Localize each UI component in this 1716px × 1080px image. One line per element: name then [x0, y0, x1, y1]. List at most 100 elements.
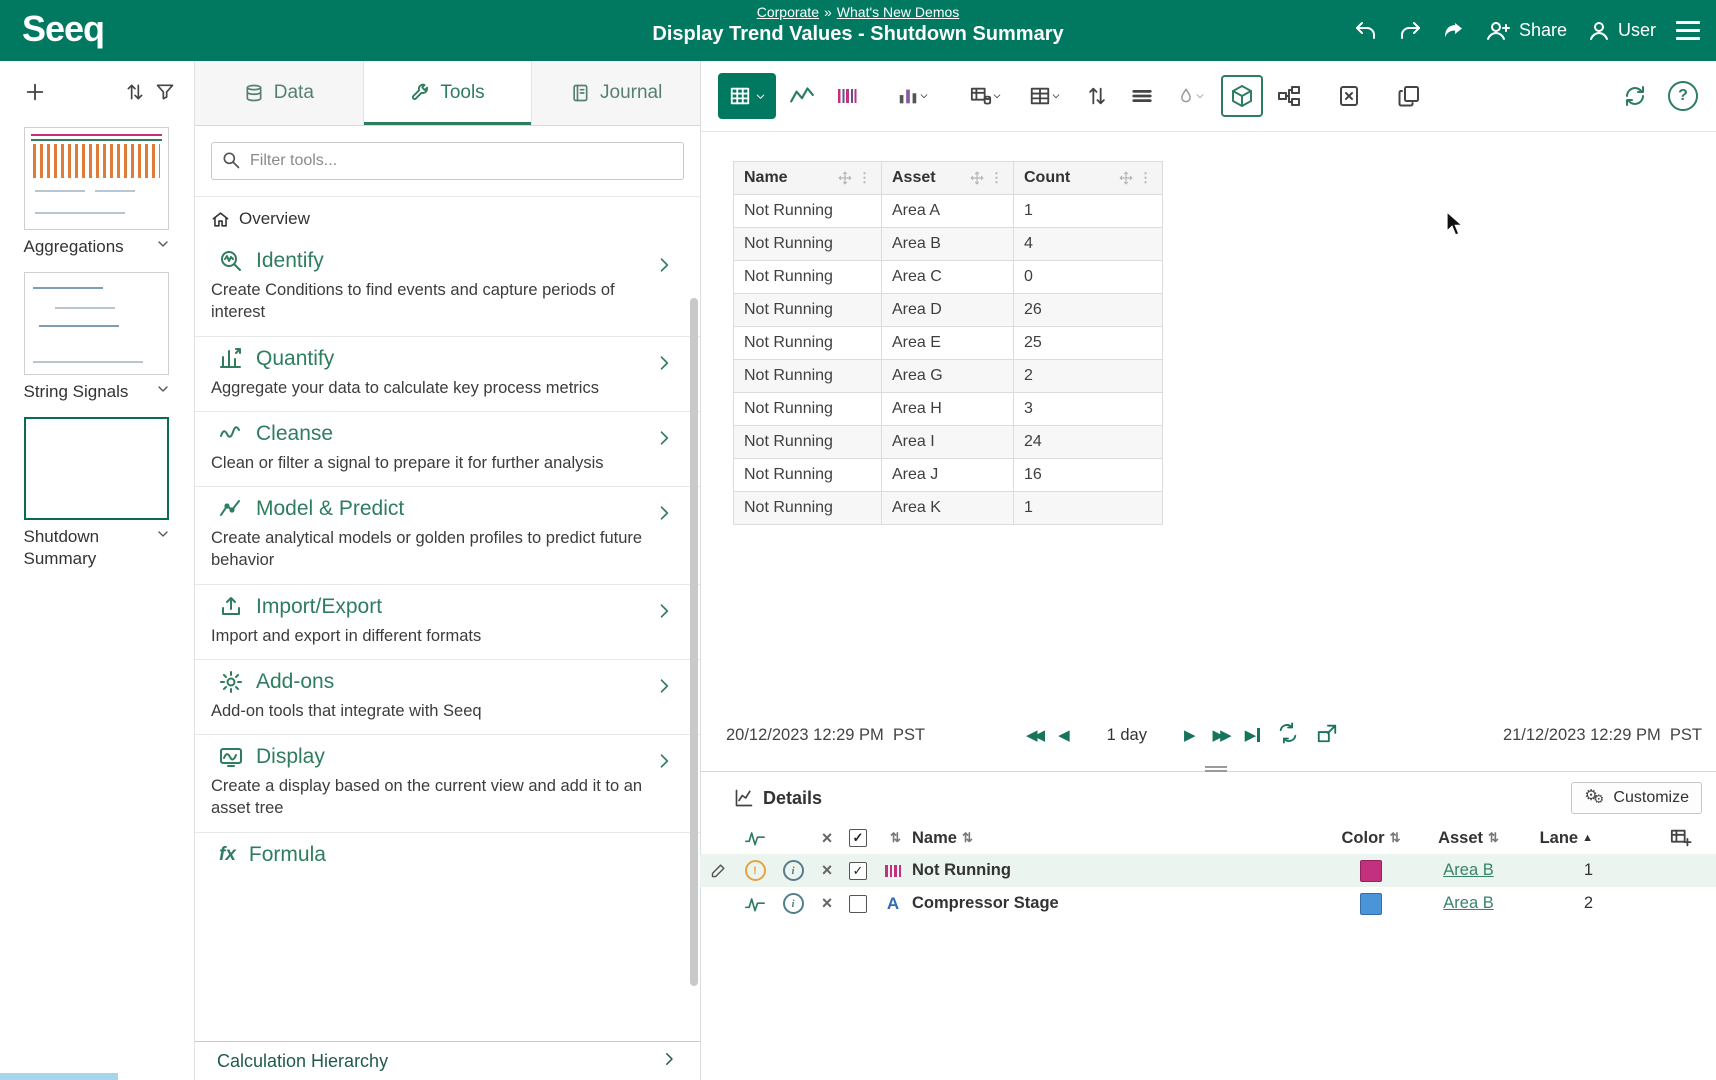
column-menu-icon[interactable]: ⋮: [858, 170, 871, 186]
help-button[interactable]: ?: [1668, 81, 1698, 111]
share-button[interactable]: Share: [1486, 19, 1567, 43]
user-icon: [1587, 19, 1611, 43]
auto-update-button[interactable]: [1277, 722, 1299, 749]
sort-icon[interactable]: ⇅: [1390, 830, 1401, 846]
tab-data[interactable]: Data: [195, 61, 364, 125]
customize-button[interactable]: ⚙⚙ Customize: [1571, 782, 1702, 814]
sort-icon[interactable]: ⇅: [962, 830, 973, 846]
step-back-button[interactable]: ◀: [1058, 728, 1070, 743]
chart-view-dropdown-button[interactable]: [888, 77, 938, 115]
tool-item-model-predict[interactable]: Model & Predict Create analytical models…: [195, 487, 700, 585]
item-name[interactable]: Compressor Stage: [912, 894, 1321, 913]
move-icon[interactable]: [838, 171, 852, 185]
column-header-name[interactable]: Name ⋮: [734, 162, 882, 195]
column-header-count[interactable]: Count ⋮: [1014, 162, 1163, 195]
horizontal-scrollbar-thumb[interactable]: [0, 1073, 118, 1080]
trend-view-button[interactable]: [783, 77, 821, 115]
calculation-hierarchy-label: Calculation Hierarchy: [217, 1051, 388, 1072]
hamburger-menu-button[interactable]: [1676, 21, 1700, 40]
samples-view-button[interactable]: [828, 77, 866, 115]
step-forward-fast-button[interactable]: ▶▶: [1213, 728, 1228, 743]
export-excel-button[interactable]: [1330, 77, 1368, 115]
asset-link[interactable]: Area B: [1443, 894, 1493, 913]
info-icon[interactable]: i: [783, 893, 804, 914]
chevron-down-icon[interactable]: [155, 526, 171, 548]
details-row-compressor-stage[interactable]: i × A Compressor Stage Area B 2: [700, 887, 1716, 920]
table-database-icon: [970, 85, 992, 107]
step-forward-button[interactable]: ▶: [1184, 728, 1196, 743]
add-column-button[interactable]: [1601, 827, 1716, 849]
item-name[interactable]: Not Running: [912, 861, 1321, 880]
details-column-asset[interactable]: Asset: [1438, 829, 1483, 848]
move-icon[interactable]: [970, 171, 984, 185]
breadcrumb-whats-new-demos[interactable]: What's New Demos: [837, 4, 959, 20]
refresh-button[interactable]: [1616, 77, 1654, 115]
tools-scrollbar-thumb[interactable]: [690, 298, 698, 986]
forward-share-button[interactable]: [1442, 19, 1466, 43]
table-view-dropdown-button[interactable]: [718, 73, 776, 119]
filter-tools-input[interactable]: [211, 142, 684, 180]
step-to-end-button[interactable]: ▶: [1245, 728, 1261, 743]
color-swatch[interactable]: [1360, 893, 1382, 915]
tool-item-identify[interactable]: Identify Create Conditions to find event…: [195, 239, 700, 337]
tool-item-cleanse[interactable]: Cleanse Clean or filter a signal to prep…: [195, 412, 700, 487]
table-source-dropdown-button[interactable]: [960, 77, 1012, 115]
select-all-checkbox[interactable]: ✓: [849, 829, 867, 847]
warning-icon[interactable]: !: [745, 860, 766, 881]
tab-journal[interactable]: Journal: [532, 61, 700, 125]
signal-type-column-icon[interactable]: [736, 830, 774, 846]
hierarchy-view-button[interactable]: [1270, 77, 1308, 115]
tool-item-add-ons[interactable]: Add-ons Add-on tools that integrate with…: [195, 660, 700, 735]
asset-link[interactable]: Area B: [1443, 861, 1493, 880]
details-row-not-running[interactable]: ! i × ✓ Not Running Area B 1: [700, 854, 1716, 887]
copy-button[interactable]: [1390, 77, 1428, 115]
item-checkbox[interactable]: [849, 895, 867, 913]
tool-item-quantify[interactable]: Quantify Aggregate your data to calculat…: [195, 337, 700, 412]
details-column-lane[interactable]: Lane: [1540, 829, 1579, 848]
worksheet-thumbnail-string-signals[interactable]: [24, 272, 169, 375]
filter-worksheets-button[interactable]: [150, 77, 180, 107]
column-menu-icon[interactable]: ⋮: [990, 170, 1003, 186]
chevron-down-icon[interactable]: [155, 381, 171, 403]
tool-item-import-export[interactable]: Import/Export Import and export in diffe…: [195, 585, 700, 660]
user-menu-button[interactable]: User: [1587, 19, 1656, 43]
item-checkbox[interactable]: ✓: [849, 862, 867, 880]
move-icon[interactable]: [1119, 171, 1133, 185]
color-swatch[interactable]: [1360, 860, 1382, 882]
asset-view-button[interactable]: [1221, 75, 1263, 117]
details-column-color[interactable]: Color: [1342, 829, 1385, 848]
info-icon[interactable]: i: [783, 860, 804, 881]
sort-button[interactable]: [1078, 77, 1116, 115]
overview-link[interactable]: Overview: [195, 197, 700, 239]
column-header-asset[interactable]: Asset ⋮: [882, 162, 1014, 195]
trend-values-table: Name ⋮ Asset ⋮ Count ⋮ Not RunningArea A…: [733, 161, 1163, 525]
range-end[interactable]: 21/12/2023 12:29 PM PST: [1503, 726, 1702, 745]
remove-all-button[interactable]: ×: [812, 828, 842, 849]
sort-type-icon[interactable]: ⇅: [879, 830, 912, 846]
tool-item-formula[interactable]: fx Formula: [195, 833, 700, 879]
row-density-button[interactable]: [1123, 77, 1161, 115]
copy-time-range-button[interactable]: [1316, 722, 1338, 749]
grid-settings-dropdown-button[interactable]: [1019, 77, 1071, 115]
column-menu-icon[interactable]: ⋮: [1139, 170, 1152, 186]
sort-icon[interactable]: ⇅: [1488, 830, 1499, 846]
step-back-fast-button[interactable]: ◀◀: [1026, 728, 1041, 743]
undo-button[interactable]: [1354, 19, 1378, 43]
range-start[interactable]: 20/12/2023 12:29 PM PST: [726, 726, 925, 745]
remove-item-button[interactable]: ×: [812, 860, 842, 881]
reorder-worksheets-button[interactable]: [120, 77, 150, 107]
duration-label[interactable]: 1 day: [1107, 726, 1147, 745]
add-worksheet-button[interactable]: [20, 77, 50, 107]
condition-format-dropdown-button[interactable]: [1168, 77, 1214, 115]
tab-tools[interactable]: Tools: [364, 61, 533, 125]
edit-button[interactable]: [700, 862, 736, 879]
chevron-down-icon[interactable]: [155, 236, 171, 258]
worksheet-thumbnail-aggregations[interactable]: [24, 127, 169, 230]
remove-item-button[interactable]: ×: [812, 893, 842, 914]
details-column-name[interactable]: Name: [912, 829, 957, 848]
calculation-hierarchy-button[interactable]: Calculation Hierarchy: [195, 1041, 700, 1080]
worksheet-thumbnail-shutdown-summary[interactable]: [24, 417, 169, 520]
breadcrumb-corporate[interactable]: Corporate: [757, 4, 819, 20]
tool-item-display[interactable]: Display Create a display based on the cu…: [195, 735, 700, 833]
redo-button[interactable]: [1398, 19, 1422, 43]
